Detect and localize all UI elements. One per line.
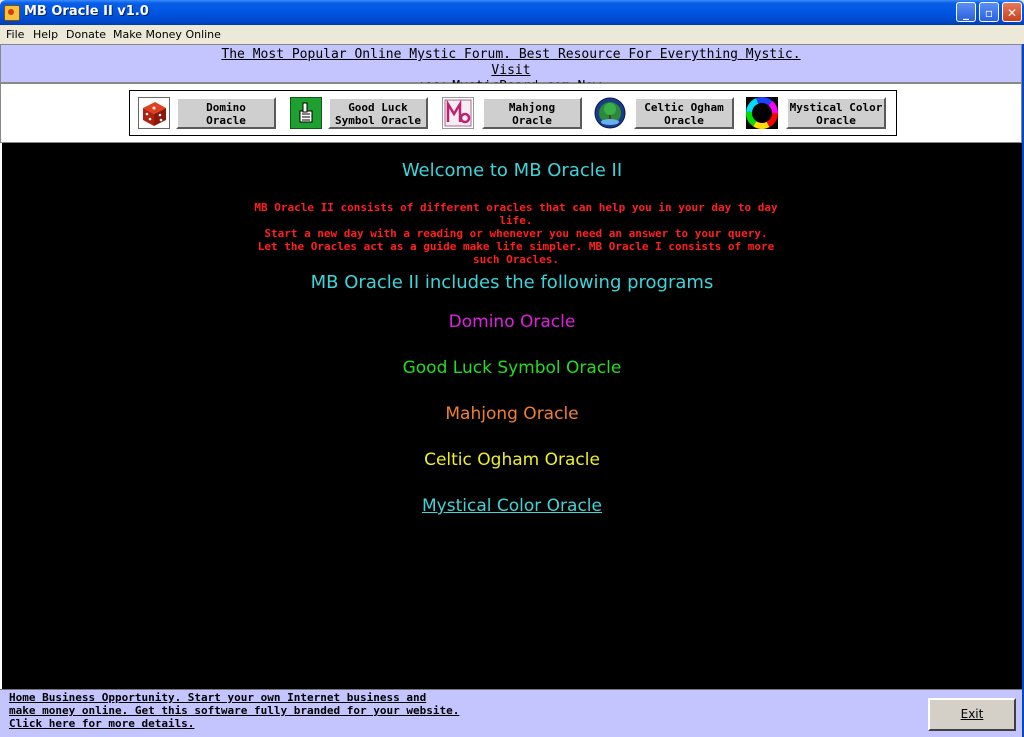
good-luck-symbol-oracle-button[interactable]: Good Luck Symbol Oracle bbox=[328, 97, 428, 129]
mystical-color-oracle-button[interactable]: Mystical Color Oracle bbox=[786, 97, 886, 129]
maximize-button[interactable]: ▫ bbox=[979, 2, 999, 22]
menu-donate[interactable]: Donate bbox=[66, 28, 106, 41]
domino-oracle-button[interactable]: Domino Oracle bbox=[176, 97, 276, 129]
program-domino-oracle[interactable]: Domino Oracle bbox=[2, 312, 1022, 332]
exit-button[interactable]: Exit bbox=[928, 698, 1016, 731]
menu-make-money-online[interactable]: Make Money Online bbox=[113, 28, 221, 41]
thumbs-up-icon[interactable] bbox=[290, 97, 322, 129]
celtic-ogham-oracle-button[interactable]: Celtic Ogham Oracle bbox=[634, 97, 734, 129]
menu-file[interactable]: File bbox=[6, 28, 24, 41]
minimize-button[interactable]: _ bbox=[956, 2, 976, 22]
menu-bar: File Help Donate Make Money Online bbox=[0, 25, 1024, 44]
main-content: Welcome to MB Oracle II MB Oracle II con… bbox=[0, 143, 1022, 689]
menu-help[interactable]: Help bbox=[33, 28, 58, 41]
description: MB Oracle II consists of different oracl… bbox=[254, 201, 778, 266]
program-good-luck-symbol-oracle[interactable]: Good Luck Symbol Oracle bbox=[2, 358, 1022, 378]
close-button[interactable]: ✕ bbox=[1002, 2, 1022, 22]
footer: Home Business Opportunity. Start your ow… bbox=[0, 689, 1022, 737]
includes-heading: MB Oracle II includes the following prog… bbox=[310, 272, 714, 293]
dice-icon[interactable] bbox=[138, 97, 170, 129]
welcome-heading: Welcome to MB Oracle II bbox=[401, 160, 623, 181]
program-celtic-ogham-oracle[interactable]: Celtic Ogham Oracle bbox=[2, 450, 1022, 470]
mahjong-oracle-button[interactable]: Mahjong Oracle bbox=[482, 97, 582, 129]
footer-business-link[interactable]: Home Business Opportunity. Start your ow… bbox=[9, 691, 479, 730]
title-bar[interactable]: MB Oracle II v1.0 _ ▫ ✕ bbox=[0, 0, 1024, 25]
oracle-toolbar: DominoOracle Good LuckSymbol Oracle Ma bbox=[129, 90, 897, 136]
banner-line-1: The Most Popular Online Mystic Forum. Be… bbox=[221, 47, 801, 78]
program-mystical-color-oracle[interactable]: Mystical Color Oracle bbox=[2, 496, 1022, 516]
color-wheel-icon[interactable] bbox=[746, 97, 778, 129]
mahjong-tile-icon[interactable] bbox=[442, 97, 474, 129]
window-title: MB Oracle II v1.0 bbox=[24, 4, 149, 19]
program-mahjong-oracle[interactable]: Mahjong Oracle bbox=[2, 404, 1022, 424]
tree-globe-icon[interactable] bbox=[594, 97, 626, 129]
toolbar-area: DominoOracle Good LuckSymbol Oracle Ma bbox=[0, 83, 1022, 143]
app-icon bbox=[4, 5, 20, 21]
top-banner: The Most Popular Online Mystic Forum. Be… bbox=[0, 44, 1022, 94]
